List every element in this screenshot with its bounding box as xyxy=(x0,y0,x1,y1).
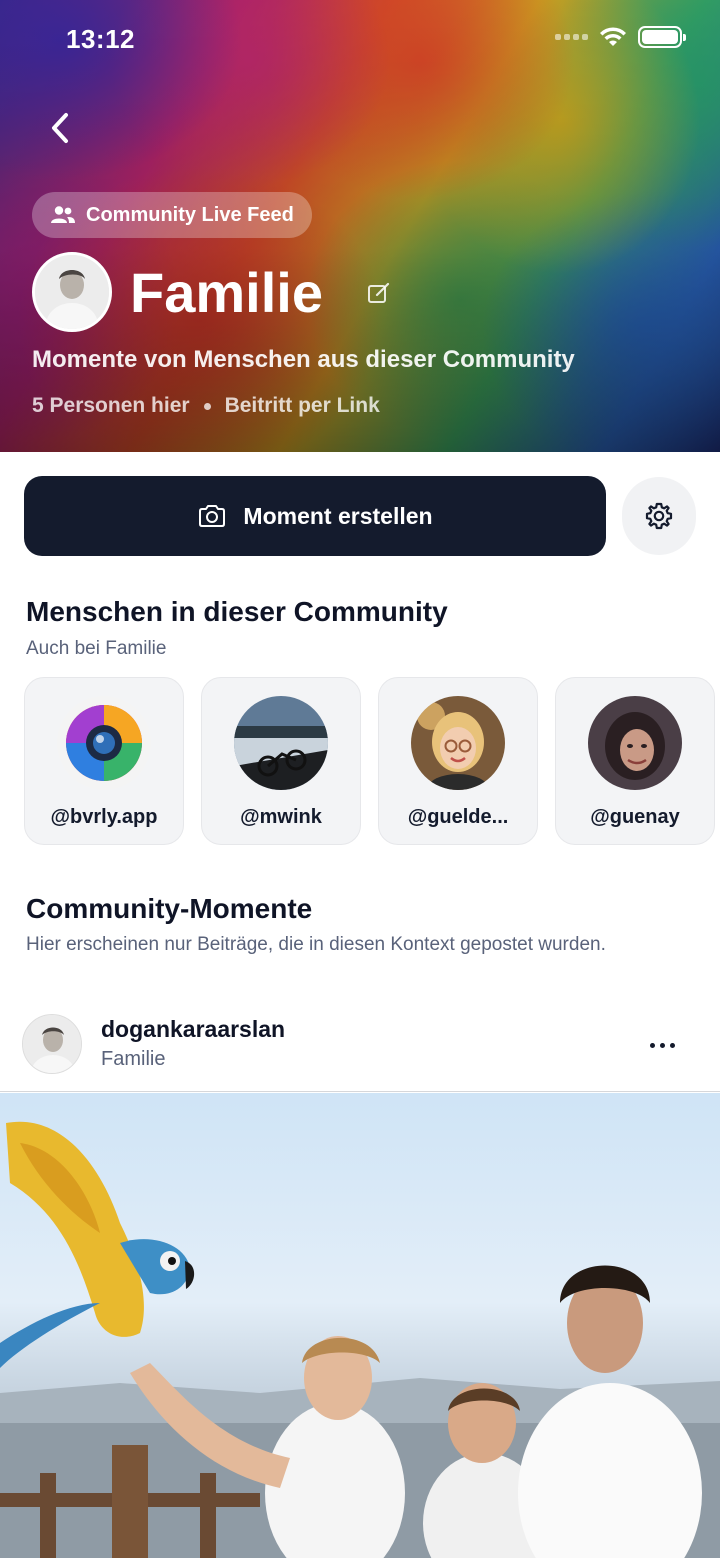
settings-button[interactable] xyxy=(622,477,696,555)
community-meta: 5 Personen hier Beitritt per Link xyxy=(32,394,380,418)
person-handle: @guelde... xyxy=(407,806,509,828)
avatar xyxy=(411,696,505,790)
create-moment-label: Moment erstellen xyxy=(243,502,433,529)
avatar xyxy=(57,696,151,790)
moments-section-subtitle: Hier erscheinen nur Beiträge, die in die… xyxy=(26,934,606,955)
post-author-avatar[interactable] xyxy=(22,1014,82,1074)
person-card[interactable]: @guenay xyxy=(555,677,715,845)
community-hero: 13:12 Community Live Feed Familie Moment… xyxy=(0,0,720,452)
create-moment-button[interactable]: Moment erstellen xyxy=(24,476,606,556)
member-count: 5 Personen hier xyxy=(32,394,190,417)
wifi-icon xyxy=(600,27,626,46)
status-icons xyxy=(555,26,686,48)
post-image[interactable] xyxy=(0,1093,720,1558)
community-subtitle: Momente von Menschen aus dieser Communit… xyxy=(32,346,575,373)
avatar xyxy=(234,696,328,790)
camera-icon xyxy=(199,505,226,527)
more-dot xyxy=(669,1042,675,1048)
moments-section-title: Community-Momente xyxy=(26,893,313,924)
community-avatar xyxy=(32,252,112,332)
community-title: Familie xyxy=(130,261,323,324)
person-card[interactable]: @mwink xyxy=(201,677,361,845)
chevron-left-icon xyxy=(52,113,68,143)
person-handle: @bvrly.app xyxy=(50,806,158,828)
gear-icon xyxy=(645,502,673,530)
people-section-subtitle: Auch bei Familie xyxy=(26,638,167,659)
back-button[interactable] xyxy=(40,108,80,148)
post-author-name[interactable]: dogankaraarslan xyxy=(101,1016,285,1043)
edit-icon xyxy=(368,282,390,303)
community-live-feed-badge: Community Live Feed xyxy=(32,192,312,238)
people-section-title: Menschen in dieser Community xyxy=(26,596,448,627)
battery-icon xyxy=(638,26,686,48)
person-card[interactable]: @bvrly.app xyxy=(24,677,184,845)
people-carousel[interactable]: @bvrly.app @mwink @guelde... @guenay xyxy=(24,677,720,847)
people-icon xyxy=(51,206,75,223)
person-handle: @guenay xyxy=(590,806,680,828)
avatar xyxy=(588,696,682,790)
more-dot xyxy=(659,1042,665,1048)
status-time: 13:12 xyxy=(66,24,135,54)
cellular-signal-icon xyxy=(555,34,588,40)
post-context: Familie xyxy=(101,1048,166,1070)
more-options-button[interactable] xyxy=(640,1030,684,1060)
person-handle: @mwink xyxy=(240,806,322,828)
edit-title-button[interactable] xyxy=(366,280,392,311)
person-card[interactable]: @guelde... xyxy=(378,677,538,845)
more-dot xyxy=(649,1042,655,1048)
post-header: dogankaraarslan Familie xyxy=(0,1010,720,1092)
join-method: Beitritt per Link xyxy=(224,394,380,417)
badge-label: Community Live Feed xyxy=(86,203,294,226)
separator-dot xyxy=(203,402,211,410)
